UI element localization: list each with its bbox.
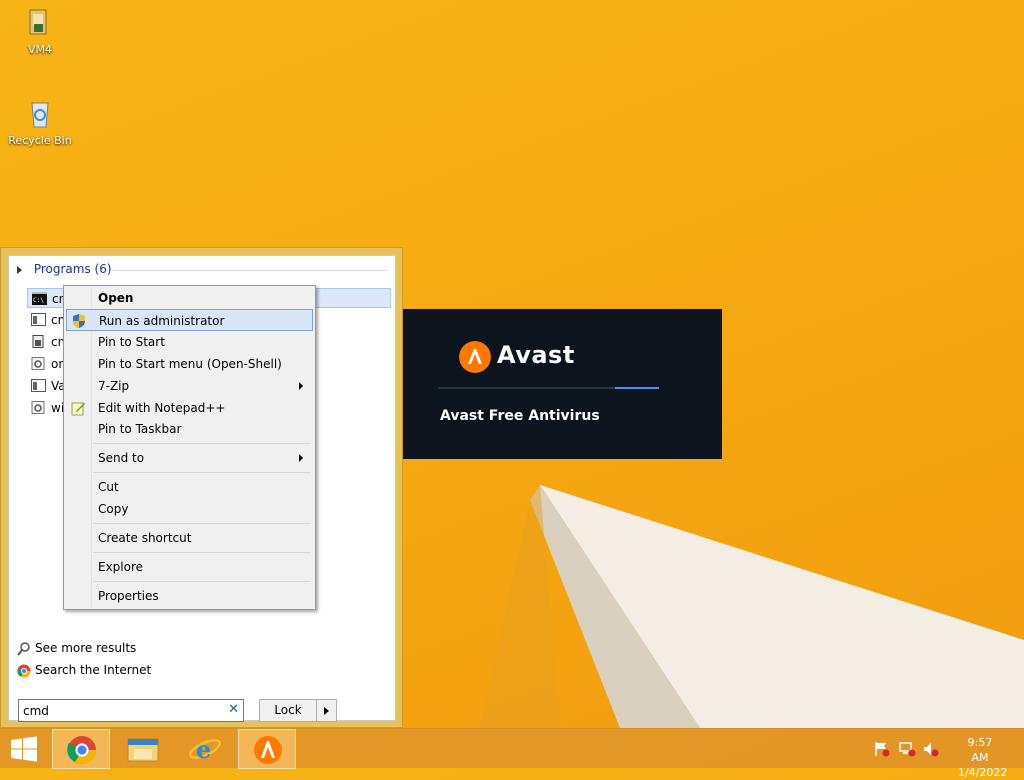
file-explorer-icon	[127, 738, 159, 762]
desktop-icon-label: Recycle Bin	[8, 134, 72, 147]
menu-item-label: Cut	[98, 480, 119, 494]
menu-item-label: Create shortcut	[98, 531, 192, 545]
menu-separator	[93, 472, 311, 473]
chrome-icon	[67, 736, 96, 764]
menu-item-label: Pin to Start menu (Open-Shell)	[98, 357, 282, 371]
folder-icon	[29, 9, 47, 35]
desktop-icon-vm4[interactable]: VM4	[2, 6, 78, 56]
notepad-plus-icon	[71, 402, 85, 416]
menu-item-explore[interactable]: Explore	[66, 556, 313, 578]
desktop-icon-recycle-bin[interactable]: Recycle Bin	[2, 97, 78, 147]
window-icon	[31, 313, 46, 326]
programs-header[interactable]: Programs (6)	[17, 262, 387, 278]
menu-item-label: Explore	[98, 560, 144, 574]
menu-item-run-as-administrator[interactable]: Run as administrator	[66, 309, 313, 331]
search-internet-link[interactable]: Search the Internet	[17, 663, 151, 678]
action-center-flag-icon[interactable]	[873, 741, 891, 757]
menu-item-open[interactable]: Open	[66, 287, 313, 309]
avast-title: Avast	[497, 341, 575, 369]
menu-item-create-shortcut[interactable]: Create shortcut	[66, 527, 313, 549]
menu-item-label: Pin to Taskbar	[98, 422, 182, 436]
divider	[113, 270, 387, 271]
svg-text:C:\: C:\	[33, 297, 44, 304]
context-menu: Open Run as administrator Pin to Start P…	[63, 285, 316, 610]
taskbar-chrome[interactable]	[52, 729, 110, 769]
windows-start-icon	[11, 736, 37, 762]
menu-item-pin-to-taskbar[interactable]: Pin to Taskbar	[66, 418, 313, 440]
menu-separator	[93, 443, 311, 444]
menu-separator	[93, 523, 311, 524]
shield-icon	[73, 314, 85, 328]
gear-file-icon	[31, 401, 45, 414]
network-icon[interactable]	[898, 741, 916, 757]
lock-button[interactable]: Lock	[259, 699, 317, 722]
start-button[interactable]	[0, 729, 48, 769]
menu-item-label: Pin to Start	[98, 335, 165, 349]
avast-splash-window: Avast Avast Free Antivirus	[403, 309, 722, 459]
avast-icon	[254, 736, 282, 764]
programs-header-label: Programs (6)	[33, 262, 112, 276]
taskbar-internet-explorer[interactable]: e	[176, 729, 234, 769]
taskbar-avast[interactable]	[238, 729, 296, 769]
see-more-results-label: See more results	[35, 641, 137, 655]
search-icon	[17, 641, 30, 656]
cmd-icon: C:\	[32, 292, 47, 305]
menu-item-label: Send to	[98, 451, 145, 465]
menu-item-copy[interactable]: Copy	[66, 498, 313, 520]
submenu-arrow-icon	[299, 454, 303, 462]
menu-item-7zip[interactable]: 7-Zip	[66, 375, 313, 397]
shutdown-options-arrow[interactable]	[317, 699, 337, 722]
avast-logo-icon	[459, 341, 491, 373]
svg-text:e: e	[196, 735, 211, 764]
search-box[interactable]: ✕	[18, 699, 244, 722]
system-clock[interactable]: 9:57 AM 1/4/2022	[958, 735, 1008, 780]
taskbar: e 9:57 AM 1/4/2022	[0, 728, 1024, 779]
menu-item-cut[interactable]: Cut	[66, 476, 313, 498]
search-internet-label: Search the Internet	[35, 663, 152, 677]
menu-item-label: Copy	[98, 502, 129, 516]
taskbar-file-explorer[interactable]	[114, 729, 172, 769]
volume-muted-icon[interactable]	[922, 741, 940, 757]
gear-file-icon	[31, 357, 45, 370]
menu-item-pin-to-start[interactable]: Pin to Start	[66, 331, 313, 353]
menu-item-send-to[interactable]: Send to	[66, 447, 313, 469]
internet-explorer-icon: e	[189, 735, 221, 764]
see-more-results-link[interactable]: See more results	[17, 641, 136, 656]
clock-time: 9:57 AM	[967, 736, 993, 764]
menu-item-pin-to-start-menu[interactable]: Pin to Start menu (Open-Shell)	[66, 353, 313, 375]
menu-separator	[93, 581, 311, 582]
recycle-bin-icon	[31, 102, 49, 128]
clock-date: 1/4/2022	[958, 766, 1008, 779]
script-icon	[32, 335, 44, 348]
search-input[interactable]	[23, 702, 213, 719]
menu-item-label: Open	[98, 291, 134, 305]
avast-product-name: Avast Free Antivirus	[440, 408, 600, 424]
window-icon	[31, 379, 46, 392]
menu-separator	[93, 552, 311, 553]
desktop-icon-label: VM4	[27, 43, 52, 56]
menu-item-label: Edit with Notepad++	[98, 401, 226, 415]
chrome-icon	[17, 664, 31, 677]
expand-arrow-icon	[17, 265, 22, 274]
menu-item-properties[interactable]: Properties	[66, 585, 313, 607]
submenu-arrow-icon	[299, 382, 303, 390]
clear-search-icon[interactable]: ✕	[228, 702, 239, 717]
menu-item-label: Properties	[98, 589, 159, 603]
avast-progress-fill	[615, 387, 659, 389]
menu-item-label: Run as administrator	[99, 314, 225, 328]
menu-item-edit-notepad-plus[interactable]: Edit with Notepad++	[66, 397, 313, 419]
menu-item-label: 7-Zip	[98, 379, 130, 393]
